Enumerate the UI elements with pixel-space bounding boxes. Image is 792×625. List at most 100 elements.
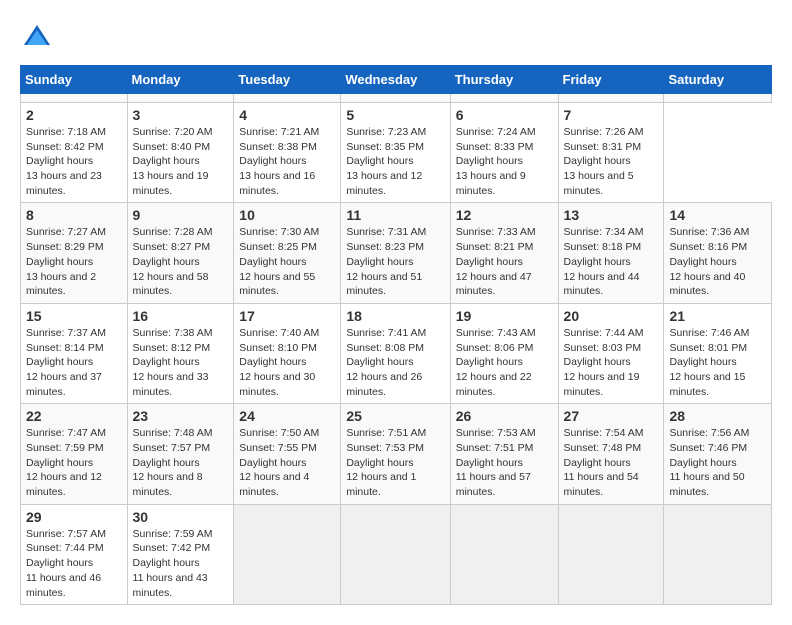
day-number: 29	[26, 509, 122, 525]
day-number: 19	[456, 308, 553, 324]
calendar-cell: 30 Sunrise: 7:59 AMSunset: 7:42 PMDayligh…	[127, 504, 234, 604]
day-number: 24	[239, 408, 335, 424]
calendar-cell	[558, 504, 664, 604]
day-number: 16	[133, 308, 229, 324]
calendar-cell	[21, 94, 128, 103]
day-number: 15	[26, 308, 122, 324]
calendar-cell: 25Sunrise: 7:51 AMSunset: 7:53 PMDayligh…	[341, 404, 450, 504]
calendar-cell	[127, 94, 234, 103]
calendar-cell: 22Sunrise: 7:47 AMSunset: 7:59 PMDayligh…	[21, 404, 128, 504]
calendar-cell	[234, 94, 341, 103]
calendar-cell: 11 Sunrise: 7:31 AMSunset: 8:23 PMDayligh…	[341, 203, 450, 303]
calendar-cell: 21Sunrise: 7:46 AMSunset: 8:01 PMDayligh…	[664, 303, 772, 403]
day-info: Sunrise: 7:57 AMSunset: 7:44 PMDaylight …	[26, 527, 122, 600]
calendar-cell: 24 Sunrise: 7:50 AMSunset: 7:55 PMDayligh…	[234, 404, 341, 504]
day-info: Sunrise: 7:36 AMSunset: 8:16 PMDaylight …	[669, 225, 766, 298]
calendar-cell	[234, 504, 341, 604]
calendar-cell: 10 Sunrise: 7:30 AMSunset: 8:25 PMDayligh…	[234, 203, 341, 303]
day-info: Sunrise: 7:51 AMSunset: 7:53 PMDaylight …	[346, 426, 444, 499]
day-info: Sunrise: 7:26 AMSunset: 8:31 PMDaylight …	[564, 125, 659, 198]
calendar-cell: 3 Sunrise: 7:20 AMSunset: 8:40 PMDaylight…	[127, 103, 234, 203]
calendar-week-row	[21, 94, 772, 103]
day-info: Sunrise: 7:53 AMSunset: 7:51 PMDaylight …	[456, 426, 553, 499]
day-number: 17	[239, 308, 335, 324]
day-number: 2	[26, 107, 122, 123]
calendar-cell: 27 Sunrise: 7:54 AMSunset: 7:48 PMDayligh…	[558, 404, 664, 504]
logo	[20, 20, 52, 55]
logo-text	[20, 20, 52, 55]
day-number: 5	[346, 107, 444, 123]
day-number: 7	[564, 107, 659, 123]
calendar-cell: 13Sunrise: 7:34 AMSunset: 8:18 PMDayligh…	[558, 203, 664, 303]
day-info: Sunrise: 7:33 AMSunset: 8:21 PMDaylight …	[456, 225, 553, 298]
calendar-cell: 15 Sunrise: 7:37 AMSunset: 8:14 PMDayligh…	[21, 303, 128, 403]
calendar-cell: 6Sunrise: 7:24 AMSunset: 8:33 PMDaylight…	[450, 103, 558, 203]
calendar-cell: 12 Sunrise: 7:33 AMSunset: 8:21 PMDayligh…	[450, 203, 558, 303]
header-monday: Monday	[127, 66, 234, 94]
day-info: Sunrise: 7:31 AMSunset: 8:23 PMDaylight …	[346, 225, 444, 298]
calendar-cell: 20 Sunrise: 7:44 AMSunset: 8:03 PMDayligh…	[558, 303, 664, 403]
day-number: 8	[26, 207, 122, 223]
calendar-cell: 28Sunrise: 7:56 AMSunset: 7:46 PMDayligh…	[664, 404, 772, 504]
day-info: Sunrise: 7:18 AMSunset: 8:42 PMDaylight …	[26, 125, 122, 198]
day-info: Sunrise: 7:54 AMSunset: 7:48 PMDaylight …	[564, 426, 659, 499]
day-number: 10	[239, 207, 335, 223]
header-tuesday: Tuesday	[234, 66, 341, 94]
day-number: 27	[564, 408, 659, 424]
header-saturday: Saturday	[664, 66, 772, 94]
calendar-cell: 29 Sunrise: 7:57 AMSunset: 7:44 PMDayligh…	[21, 504, 128, 604]
calendar-cell	[664, 504, 772, 604]
day-info: Sunrise: 7:37 AMSunset: 8:14 PMDaylight …	[26, 326, 122, 399]
day-number: 23	[133, 408, 229, 424]
calendar-week-row: 29 Sunrise: 7:57 AMSunset: 7:44 PMDayligh…	[21, 504, 772, 604]
calendar-cell	[341, 94, 450, 103]
day-number: 21	[669, 308, 766, 324]
calendar-cell: 9Sunrise: 7:28 AMSunset: 8:27 PMDaylight…	[127, 203, 234, 303]
day-info: Sunrise: 7:28 AMSunset: 8:27 PMDaylight …	[133, 225, 229, 298]
day-info: Sunrise: 7:44 AMSunset: 8:03 PMDaylight …	[564, 326, 659, 399]
header-sunday: Sunday	[21, 66, 128, 94]
calendar-cell: 19 Sunrise: 7:43 AMSunset: 8:06 PMDayligh…	[450, 303, 558, 403]
calendar-cell: 16 Sunrise: 7:38 AMSunset: 8:12 PMDayligh…	[127, 303, 234, 403]
calendar-cell: 17 Sunrise: 7:40 AMSunset: 8:10 PMDayligh…	[234, 303, 341, 403]
day-info: Sunrise: 7:43 AMSunset: 8:06 PMDaylight …	[456, 326, 553, 399]
calendar-cell	[450, 94, 558, 103]
calendar-cell	[341, 504, 450, 604]
day-number: 12	[456, 207, 553, 223]
day-info: Sunrise: 7:30 AMSunset: 8:25 PMDaylight …	[239, 225, 335, 298]
day-number: 18	[346, 308, 444, 324]
day-info: Sunrise: 7:41 AMSunset: 8:08 PMDaylight …	[346, 326, 444, 399]
calendar-cell: 4 Sunrise: 7:21 AMSunset: 8:38 PMDaylight…	[234, 103, 341, 203]
calendar-table: SundayMondayTuesdayWednesdayThursdayFrid…	[20, 65, 772, 605]
day-info: Sunrise: 7:50 AMSunset: 7:55 PMDaylight …	[239, 426, 335, 499]
day-number: 22	[26, 408, 122, 424]
day-number: 26	[456, 408, 553, 424]
day-number: 3	[133, 107, 229, 123]
calendar-cell	[558, 94, 664, 103]
calendar-cell	[450, 504, 558, 604]
calendar-week-row: 8Sunrise: 7:27 AMSunset: 8:29 PMDaylight…	[21, 203, 772, 303]
day-number: 20	[564, 308, 659, 324]
header-friday: Friday	[558, 66, 664, 94]
day-number: 4	[239, 107, 335, 123]
calendar-week-row: 15 Sunrise: 7:37 AMSunset: 8:14 PMDayligh…	[21, 303, 772, 403]
day-number: 6	[456, 107, 553, 123]
calendar-cell: 14Sunrise: 7:36 AMSunset: 8:16 PMDayligh…	[664, 203, 772, 303]
day-number: 11	[346, 207, 444, 223]
header-thursday: Thursday	[450, 66, 558, 94]
calendar-header-row: SundayMondayTuesdayWednesdayThursdayFrid…	[21, 66, 772, 94]
logo-icon	[22, 20, 52, 50]
day-info: Sunrise: 7:21 AMSunset: 8:38 PMDaylight …	[239, 125, 335, 198]
day-number: 30	[133, 509, 229, 525]
calendar-week-row: 2 Sunrise: 7:18 AMSunset: 8:42 PMDaylight…	[21, 103, 772, 203]
day-number: 13	[564, 207, 659, 223]
day-info: Sunrise: 7:48 AMSunset: 7:57 PMDaylight …	[133, 426, 229, 499]
day-info: Sunrise: 7:20 AMSunset: 8:40 PMDaylight …	[133, 125, 229, 198]
day-info: Sunrise: 7:59 AMSunset: 7:42 PMDaylight …	[133, 527, 229, 600]
calendar-cell	[664, 94, 772, 103]
calendar-cell: 5Sunrise: 7:23 AMSunset: 8:35 PMDaylight…	[341, 103, 450, 203]
day-info: Sunrise: 7:38 AMSunset: 8:12 PMDaylight …	[133, 326, 229, 399]
calendar-week-row: 22Sunrise: 7:47 AMSunset: 7:59 PMDayligh…	[21, 404, 772, 504]
day-info: Sunrise: 7:40 AMSunset: 8:10 PMDaylight …	[239, 326, 335, 399]
calendar-cell: 2 Sunrise: 7:18 AMSunset: 8:42 PMDaylight…	[21, 103, 128, 203]
